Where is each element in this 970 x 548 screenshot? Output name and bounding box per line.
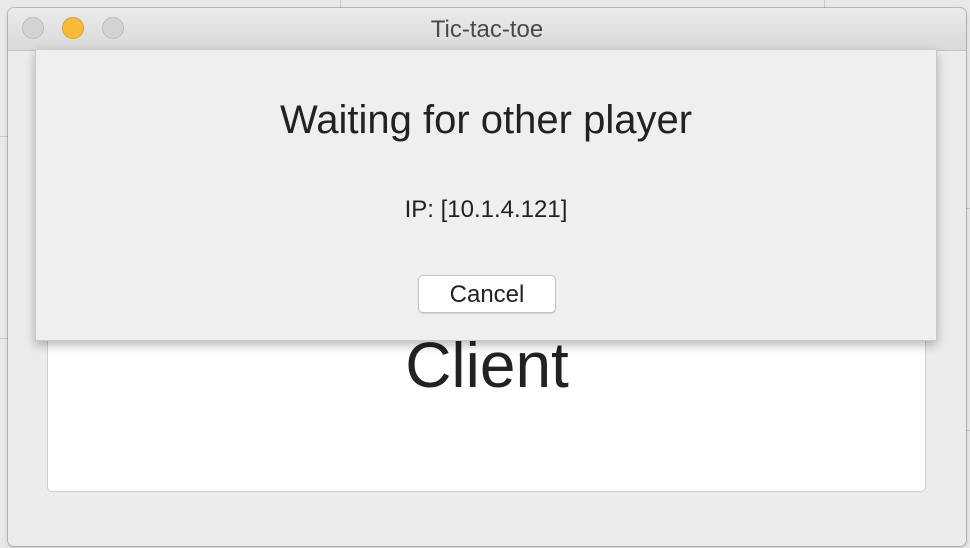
background-grid-line [824,0,825,8]
background-grid-line [0,338,8,339]
waiting-dialog: Waiting for other player IP: [10.1.4.121… [35,50,937,341]
background-grid-line [0,136,8,137]
app-window: Tic-tac-toe Client Waiting for other pla… [8,8,966,546]
dialog-title: Waiting for other player [279,98,693,142]
window-title: Tic-tac-toe [430,16,544,43]
ip-address-text: IP: [10.1.4.121] [404,196,568,223]
title-bar[interactable]: Tic-tac-toe [8,8,966,51]
cancel-button[interactable]: Cancel [418,275,556,313]
background-grid-line [966,430,970,431]
background-grid-line [340,0,341,8]
background-grid-line [966,208,970,209]
